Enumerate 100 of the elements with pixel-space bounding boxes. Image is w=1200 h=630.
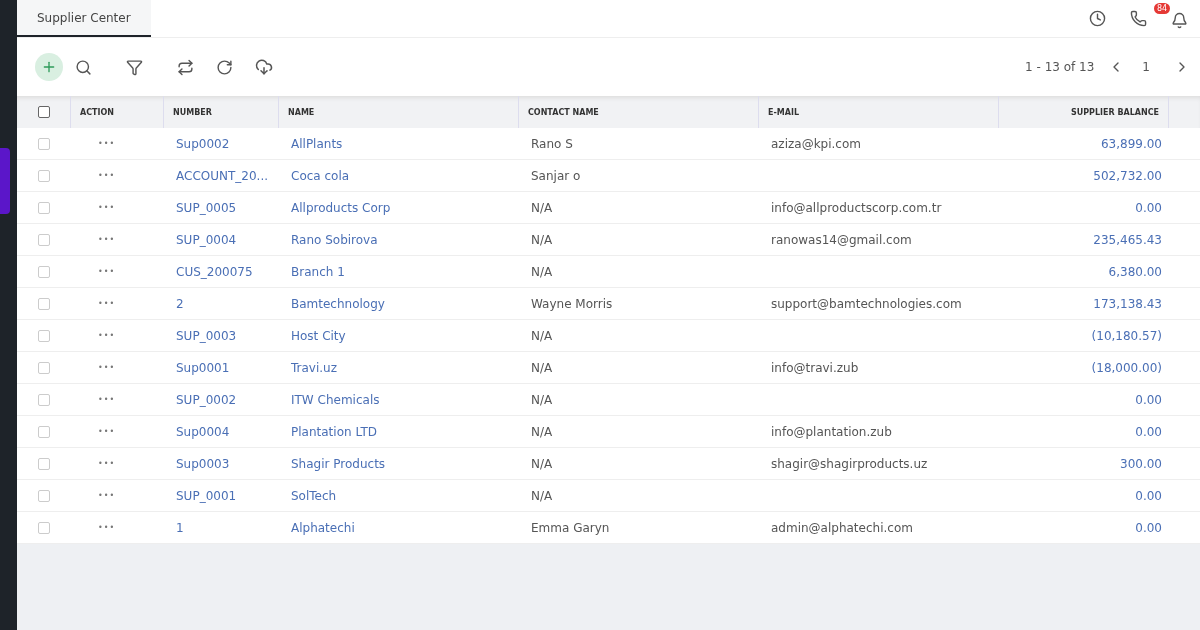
plus-icon bbox=[41, 59, 57, 75]
supplier-name-link[interactable]: Travi.uz bbox=[278, 352, 518, 383]
email-cell-text: aziza@kpi.com bbox=[770, 135, 862, 153]
more-actions-button[interactable]: ••• bbox=[83, 331, 116, 340]
column-header[interactable]: ACTION bbox=[70, 96, 163, 128]
more-actions-button[interactable]: ••• bbox=[83, 395, 116, 404]
email-cell-text: support@bamtechnologies.com bbox=[770, 295, 963, 313]
balance-cell-text: 235,465.43 bbox=[1092, 231, 1163, 249]
supplier-number-link[interactable]: ACCOUNT_20... bbox=[163, 160, 278, 191]
balance-cell-text: 300.00 bbox=[1119, 455, 1163, 473]
row-checkbox[interactable] bbox=[37, 233, 50, 246]
column-header[interactable]: E-MAIL bbox=[758, 96, 998, 128]
supplier-number-link[interactable]: 1 bbox=[163, 512, 278, 543]
tab[interactable]: Supplier Center bbox=[17, 0, 151, 37]
column-header[interactable]: NUMBER bbox=[163, 96, 278, 128]
supplier-number-link[interactable]: SUP_0004 bbox=[163, 224, 278, 255]
supplier-name-link[interactable]: Allproducts Corp bbox=[278, 192, 518, 223]
more-actions-button[interactable]: ••• bbox=[83, 523, 116, 532]
more-actions-button[interactable]: ••• bbox=[83, 267, 116, 276]
row-checkbox[interactable] bbox=[37, 393, 50, 406]
balance-cell-text: 0.00 bbox=[1134, 391, 1163, 409]
more-actions-button[interactable]: ••• bbox=[83, 427, 116, 436]
more-actions-button[interactable]: ••• bbox=[83, 299, 116, 308]
supplier-name-link[interactable]: ITW Chemicals bbox=[278, 384, 518, 415]
contact-name-cell-text: N/A bbox=[530, 359, 554, 377]
supplier-number-link[interactable]: CUS_200075 bbox=[163, 256, 278, 287]
supplier-number-link[interactable]: SUP_0002 bbox=[163, 384, 278, 415]
cloud-download-icon[interactable] bbox=[255, 58, 273, 76]
balance-cell-text: (10,180.57) bbox=[1090, 327, 1163, 345]
row-checkbox[interactable] bbox=[37, 169, 50, 182]
more-actions-button[interactable]: ••• bbox=[83, 139, 116, 148]
contact-name-cell-text: N/A bbox=[530, 423, 554, 441]
supplier-name-link[interactable]: Bamtechnology bbox=[278, 288, 518, 319]
row-checkbox[interactable] bbox=[37, 361, 50, 374]
contact-name-cell-text: N/A bbox=[530, 455, 554, 473]
supplier-name-link[interactable]: Host City bbox=[278, 320, 518, 351]
bell-icon[interactable] bbox=[1171, 12, 1188, 29]
filter-icon[interactable] bbox=[126, 58, 143, 76]
supplier-number-link[interactable]: Sup0003 bbox=[163, 448, 278, 479]
column-header[interactable]: SUPPLIER BALANCE bbox=[998, 96, 1168, 128]
row-checkbox[interactable] bbox=[37, 297, 50, 310]
add-button[interactable] bbox=[35, 53, 63, 81]
supplier-name-link[interactable]: Plantation LTD bbox=[278, 416, 518, 447]
contact-name-cell-text: Wayne Morris bbox=[530, 295, 614, 313]
repeat-icon[interactable] bbox=[177, 58, 194, 76]
supplier-name-link[interactable]: Rano Sobirova bbox=[278, 224, 518, 255]
row-checkbox[interactable] bbox=[37, 425, 50, 438]
row-checkbox[interactable] bbox=[37, 457, 50, 470]
refresh-icon[interactable] bbox=[216, 58, 233, 76]
more-actions-button[interactable]: ••• bbox=[83, 491, 116, 500]
more-actions-button[interactable]: ••• bbox=[83, 235, 116, 244]
supplier-name-link[interactable]: Branch 1 bbox=[278, 256, 518, 287]
email-cell-text: info@plantation.zub bbox=[770, 423, 893, 441]
contact-name-cell-text: N/A bbox=[530, 199, 554, 217]
row-checkbox[interactable] bbox=[37, 489, 50, 502]
supplier-name-link[interactable]: Alphatechi bbox=[278, 512, 518, 543]
more-actions-button[interactable]: ••• bbox=[83, 171, 116, 180]
contact-name-cell-text: Emma Garyn bbox=[530, 519, 611, 537]
supplier-number-link[interactable]: Sup0004 bbox=[163, 416, 278, 447]
more-actions-button[interactable]: ••• bbox=[83, 363, 116, 372]
balance-cell-text: 6,380.00 bbox=[1107, 263, 1163, 281]
rail-tab[interactable] bbox=[0, 148, 10, 214]
column-header[interactable]: CONTACT NAME bbox=[518, 96, 758, 128]
contact-name-cell-text: N/A bbox=[530, 391, 554, 409]
contact-name-cell-text: Rano S bbox=[530, 135, 574, 153]
supplier-name-link[interactable]: SolTech bbox=[278, 480, 518, 511]
row-checkbox[interactable] bbox=[37, 201, 50, 214]
supplier-name-link[interactable]: AllPlants bbox=[278, 128, 518, 159]
contact-name-cell-text: N/A bbox=[530, 487, 554, 505]
supplier-number-link[interactable]: SUP_0001 bbox=[163, 480, 278, 511]
row-checkbox[interactable] bbox=[37, 329, 50, 342]
supplier-number-link[interactable]: Sup0001 bbox=[163, 352, 278, 383]
notification-badge: 84 bbox=[1154, 3, 1171, 14]
more-actions-button[interactable]: ••• bbox=[83, 203, 116, 212]
balance-cell-text: (18,000.00) bbox=[1090, 359, 1163, 377]
balance-cell-text: 0.00 bbox=[1134, 487, 1163, 505]
supplier-number-link[interactable]: 2 bbox=[163, 288, 278, 319]
supplier-number-link[interactable]: SUP_0005 bbox=[163, 192, 278, 223]
supplier-name-link[interactable]: Coca cola bbox=[278, 160, 518, 191]
email-cell-text: info@allproductscorp.com.tr bbox=[770, 199, 943, 217]
page-number: 1 bbox=[1142, 60, 1150, 74]
contact-name-cell-text: Sanjar o bbox=[530, 167, 582, 185]
balance-cell-text: 502,732.00 bbox=[1092, 167, 1163, 185]
row-checkbox[interactable] bbox=[37, 265, 50, 278]
contact-name-cell-text: N/A bbox=[530, 263, 554, 281]
supplier-name-link[interactable]: Shagir Products bbox=[278, 448, 518, 479]
column-header[interactable]: NAME bbox=[278, 96, 518, 128]
contact-name-cell-text: N/A bbox=[530, 327, 554, 345]
email-cell-text: ranowas14@gmail.com bbox=[770, 231, 913, 249]
more-actions-button[interactable]: ••• bbox=[83, 459, 116, 468]
balance-cell-text: 63,899.00 bbox=[1099, 135, 1163, 153]
supplier-number-link[interactable]: SUP_0003 bbox=[163, 320, 278, 351]
supplier-number-link[interactable]: Sup0002 bbox=[163, 128, 278, 159]
balance-cell-text: 173,138.43 bbox=[1092, 295, 1163, 313]
search-icon[interactable] bbox=[75, 58, 92, 76]
select-all-checkbox[interactable] bbox=[37, 106, 50, 118]
row-checkbox[interactable] bbox=[37, 137, 50, 150]
page-range: 1 - 13 of 13 bbox=[1025, 60, 1095, 74]
email-cell-text: info@travi.zub bbox=[770, 359, 860, 377]
row-checkbox[interactable] bbox=[37, 521, 50, 534]
